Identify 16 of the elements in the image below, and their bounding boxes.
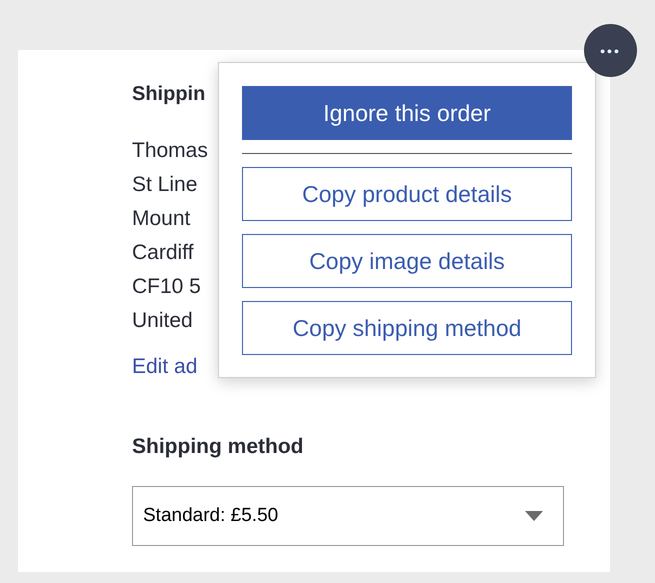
address-line: Cardiff [132,240,194,266]
caret-icon [525,511,543,521]
menu-button[interactable]: Copy shipping method [242,301,572,355]
section-heading: Shipping method [132,434,304,460]
menu-button[interactable]: Ignore this order [242,86,572,140]
shipping-method-select[interactable]: Standard: £5.50 [132,486,564,546]
menu-button[interactable]: Copy image details [242,234,572,288]
menu-button[interactable]: Copy product details [242,167,572,221]
edit-address-link[interactable]: Edit ad [132,350,198,384]
address-line: United [132,308,193,334]
address-line: St Line [132,172,198,198]
address-line: CF10 5 [132,274,201,300]
address-line: Thomas [132,138,208,164]
address-line: Mount [132,206,190,232]
section-heading: Shippin [132,82,206,107]
more-button[interactable]: ••• [584,24,637,77]
